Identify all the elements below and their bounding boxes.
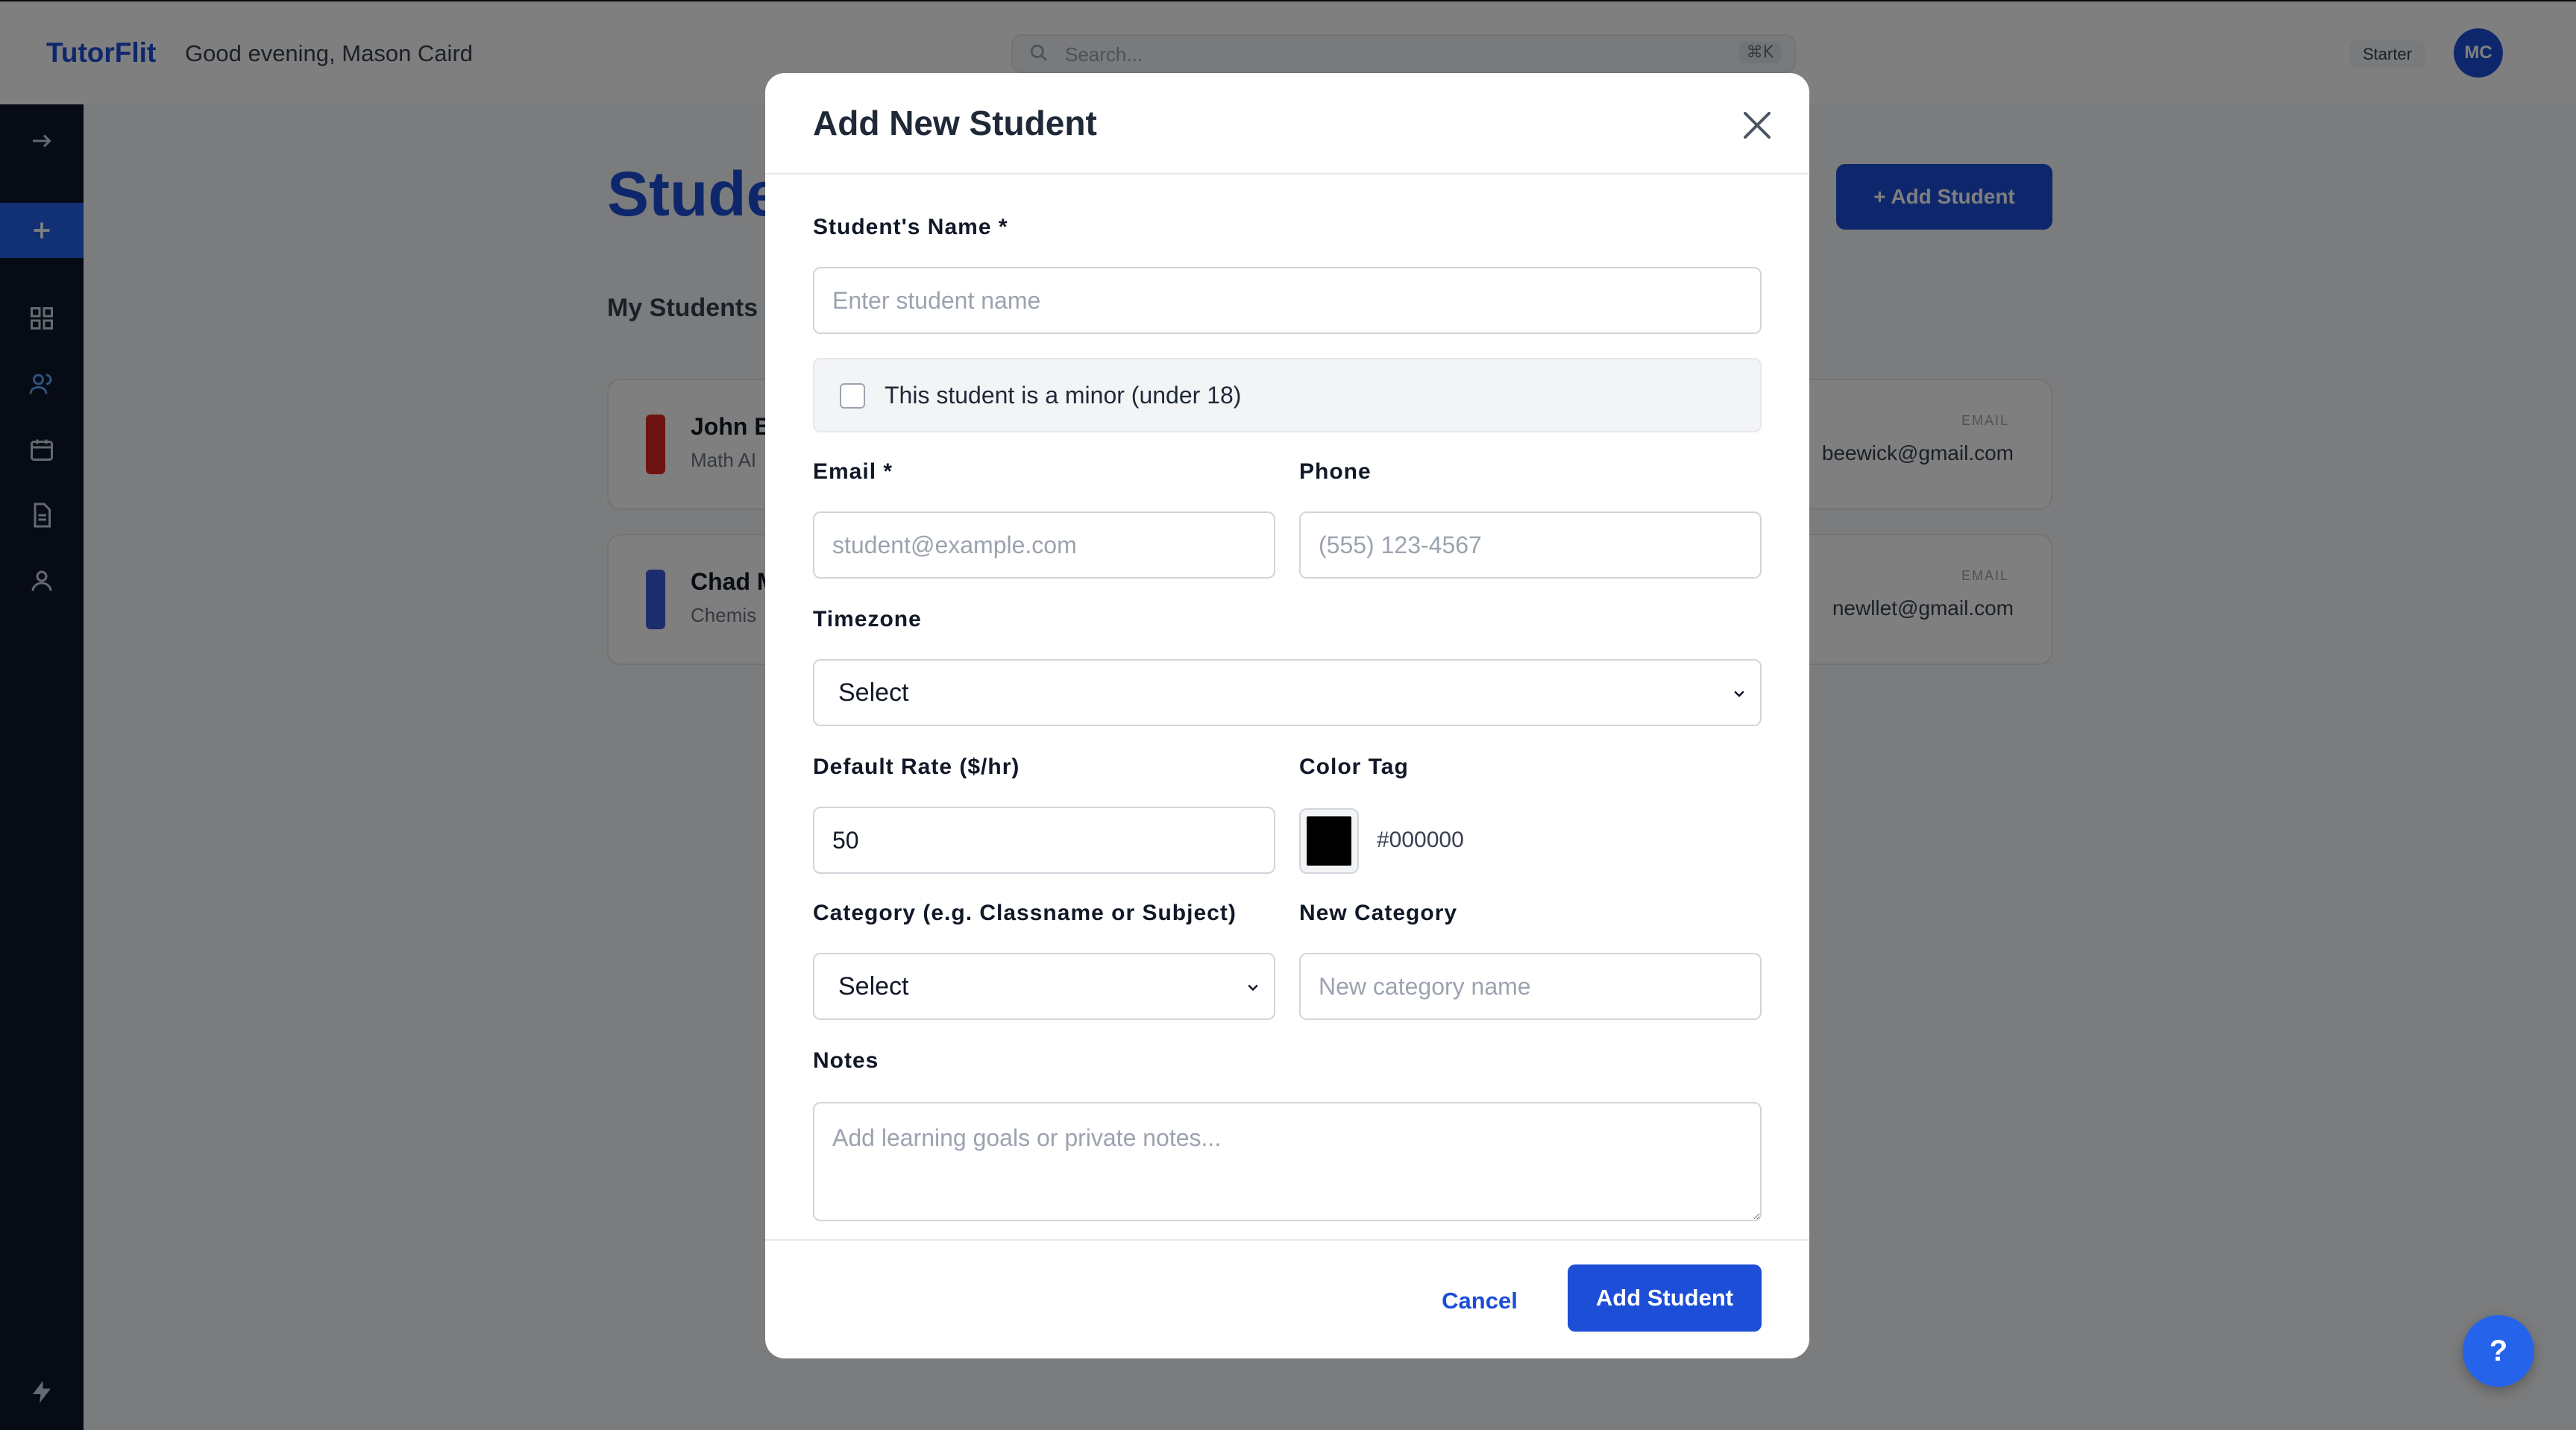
student-name-label: Student's Name * [813,215,1008,239]
color-tag-label: Color Tag [1299,755,1409,779]
add-student-button[interactable]: Add Student [1568,1264,1762,1332]
notes-textarea[interactable] [813,1102,1762,1221]
timezone-select[interactable]: Select [813,659,1762,726]
close-button[interactable] [1735,103,1779,148]
timezone-select-value: Select [838,678,909,707]
help-button[interactable]: ? [2463,1315,2534,1387]
category-label: Category (e.g. Classname or Subject) [813,901,1237,925]
new-category-label: New Category [1299,901,1458,925]
category-select-value: Select [838,971,909,1001]
dialog-header: Add New Student [765,73,1809,174]
new-category-input[interactable] [1299,953,1762,1020]
category-select[interactable]: Select [813,953,1275,1020]
minor-checkbox[interactable] [840,383,865,409]
default-rate-label: Default Rate ($/hr) [813,755,1020,779]
notes-label: Notes [813,1048,879,1073]
add-student-dialog: Add New Student Student's Name * This st… [765,73,1809,1358]
close-icon [1744,112,1771,139]
color-swatch [1307,816,1351,866]
color-tag-picker[interactable] [1299,808,1359,874]
color-hex-value: #000000 [1377,828,1464,852]
chevron-down-icon [1248,984,1258,992]
dialog-footer: Cancel Add Student [765,1239,1809,1358]
email-label: Email * [813,459,893,484]
student-name-input[interactable] [813,267,1762,334]
default-rate-input[interactable] [813,807,1275,874]
minor-checkbox-label[interactable]: This student is a minor (under 18) [885,382,1241,409]
minor-checkbox-row[interactable]: This student is a minor (under 18) [813,358,1762,432]
cancel-button[interactable]: Cancel [1421,1267,1538,1335]
timezone-label: Timezone [813,607,922,631]
dialog-title: Add New Student [813,104,1097,142]
email-field[interactable] [813,511,1275,579]
phone-label: Phone [1299,459,1372,484]
phone-field[interactable] [1299,511,1762,579]
chevron-down-icon [1734,690,1744,698]
